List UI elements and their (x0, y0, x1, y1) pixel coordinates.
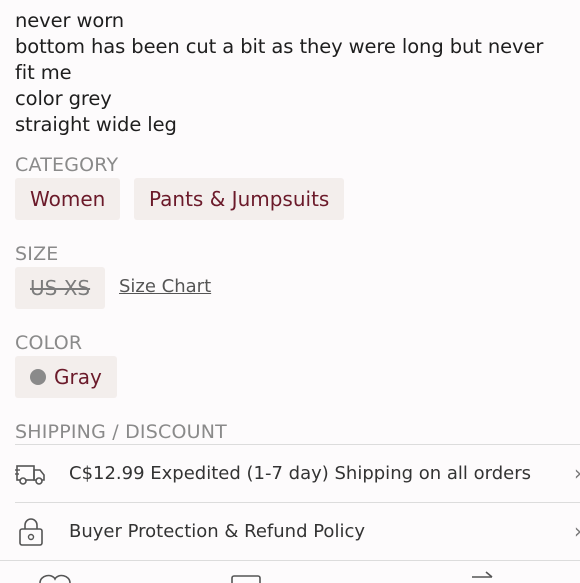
comment-icon[interactable] (231, 573, 261, 583)
color-label: Gray (54, 365, 102, 389)
size-chart-link[interactable]: Size Chart (119, 276, 211, 297)
shipping-title: SHIPPING / DISCOUNT (15, 421, 227, 443)
size-chip: US XS (15, 267, 106, 309)
buyer-protection-label: Buyer Protection & Refund Policy (69, 521, 365, 542)
shipping-row-label: C$12.99 Expedited (1-7 day) Shipping on … (69, 463, 532, 484)
listing-description: never worn bottom has been cut a bit as … (15, 8, 575, 138)
category-title: CATEGORY (15, 154, 119, 176)
chevron-right-icon: › (574, 503, 580, 560)
description-line: color grey (15, 87, 112, 110)
description-line: bottom has been cut a bit as they were l… (15, 35, 544, 58)
truck-icon (15, 465, 45, 485)
category-chip-pants[interactable]: Pants & Jumpsuits (134, 178, 345, 220)
category-chip-women[interactable]: Women (15, 178, 121, 220)
description-line: never worn (15, 9, 125, 32)
chevron-right-icon: › (574, 445, 580, 502)
color-swatch (30, 368, 46, 385)
color-title: COLOR (15, 332, 83, 354)
bottom-action-bar (0, 560, 580, 583)
shipping-row[interactable]: C$12.99 Expedited (1-7 day) Shipping on … (15, 444, 580, 502)
description-line: straight wide leg (15, 113, 177, 136)
lock-icon (19, 518, 43, 546)
size-title: SIZE (15, 243, 59, 265)
description-line: fit me (15, 61, 72, 84)
buyer-protection-row[interactable]: Buyer Protection & Refund Policy › (15, 502, 580, 560)
heart-icon[interactable] (38, 573, 72, 583)
color-chip[interactable]: Gray (15, 356, 117, 398)
